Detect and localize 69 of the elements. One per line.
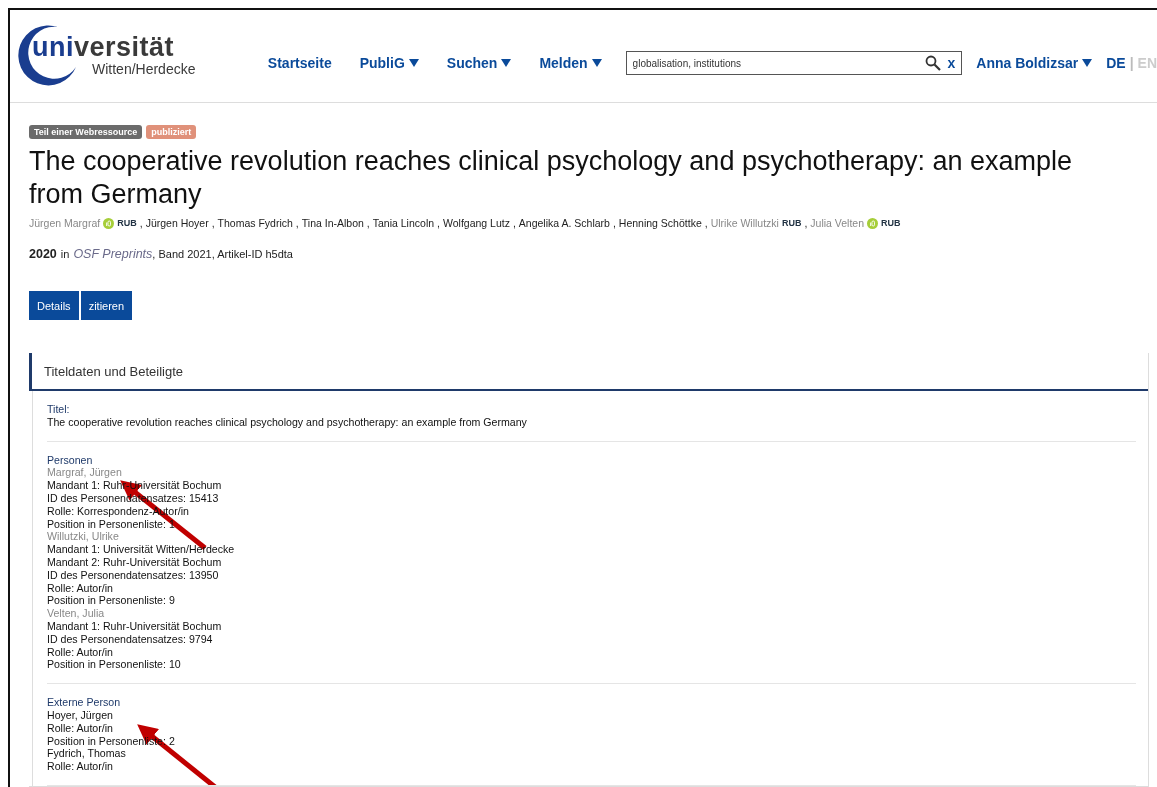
field-value: The cooperative revolution reaches clinical psychology and psychotherapy: an example from Germany [47,415,527,429]
separator: , [211,217,215,229]
separator: , [804,217,808,229]
field-value: Position in Personenliste: 1 [47,517,175,531]
author-link[interactable]: Jürgen Hoyer [145,217,209,229]
field-value: Rolle: Autor/in [47,760,113,773]
caret-icon [591,59,602,67]
separator: , [366,217,370,229]
field-value: Rolle: Autor/in [47,721,113,735]
field-value: ID des Personendatensatzes: 13950 [47,568,219,582]
author-link[interactable]: Angelika A. Schlarb [518,217,610,229]
nav-link[interactable]: Startseite [267,55,332,71]
field-label: Personen [47,453,93,467]
person-name[interactable]: Willutzki, Ulrike [47,530,119,544]
nav-link[interactable]: Suchen [446,55,512,71]
orcid-icon[interactable] [103,217,115,229]
separator: , [437,217,440,229]
action-button[interactable]: Details [29,291,79,320]
author-link[interactable]: Thomas Fydrich [217,217,293,229]
caret-icon [1082,59,1093,67]
field-value: ID des Personendatensatzes: 9794 [47,632,213,646]
person-name[interactable]: Margraf, Jürgen [47,466,122,480]
publication-in: in [60,248,70,260]
field-value: Fydrich, Thomas [47,747,126,761]
publication-year: 2020 [29,247,57,261]
field-value: Rolle: Autor/in [47,645,113,659]
orcid-icon[interactable] [867,217,879,229]
university-logo[interactable]: universität Witten/Herdecke [18,21,250,91]
field-value: Mandant 1: Ruhr-Universität Bochum [47,619,222,633]
caret-icon [408,59,419,67]
field-value: Mandant 2: Ruhr-Universität Bochum [47,555,222,569]
author-link[interactable]: Henning Schöttke [618,217,702,229]
separator: , [295,217,299,229]
publication-title: The cooperative revolution reaches clinical psychology and psychotherapy: an example from Germany [29,145,1074,211]
section-header[interactable]: Titeldaten und Beteiligte [29,353,1148,391]
field-label: Externe Person [47,696,121,709]
separator: , [612,217,616,229]
field-label: Titel: [47,403,70,416]
search-field[interactable]: globalisation, institutions x [625,51,963,75]
nav-link[interactable]: PubliG [359,55,419,71]
clear-button[interactable]: x [947,55,956,71]
author-link[interactable]: Ulrike Willutzki [710,217,779,229]
author-link[interactable]: Julia Velten [810,217,865,229]
search-icon[interactable] [925,55,942,71]
institution-mark: RUB [781,218,802,228]
author-link[interactable]: Jürgen Margraf [29,217,101,229]
separator: , [139,217,143,229]
caret-icon [501,59,512,67]
field-value: Mandant 1: Universität Witten/Herdecke [47,543,235,556]
field-value: Hoyer, Jürgen [47,708,113,722]
field-value: Position in Personenliste: 10 [47,658,181,672]
author-link[interactable]: Tania Lincoln [372,217,435,229]
field-value: Rolle: Autor/in [47,581,113,595]
status-badge: publiziert [146,125,197,139]
user-menu[interactable]: Anna Boldizsar [976,55,1093,71]
separator: , [512,217,516,229]
action-button[interactable]: zitieren [80,291,133,320]
status-badge: Teil einer Webressource [29,125,143,139]
separator: | [1129,55,1134,71]
publication-details: , Band 2021, Artikel-ID h5dta [152,248,293,260]
author-link[interactable]: Wolfgang Lutz [443,217,510,229]
person-name[interactable]: Velten, Julia [47,607,105,620]
field-value: Position in Personenliste: 9 [47,594,175,608]
separator: , [704,217,708,229]
language-link[interactable]: DE [1106,55,1126,71]
author-link[interactable]: Tina In-Albon [301,217,364,229]
institution-mark: RUB [117,218,137,228]
nav-link[interactable]: Melden [539,55,602,71]
institution-mark: RUB [881,218,901,228]
